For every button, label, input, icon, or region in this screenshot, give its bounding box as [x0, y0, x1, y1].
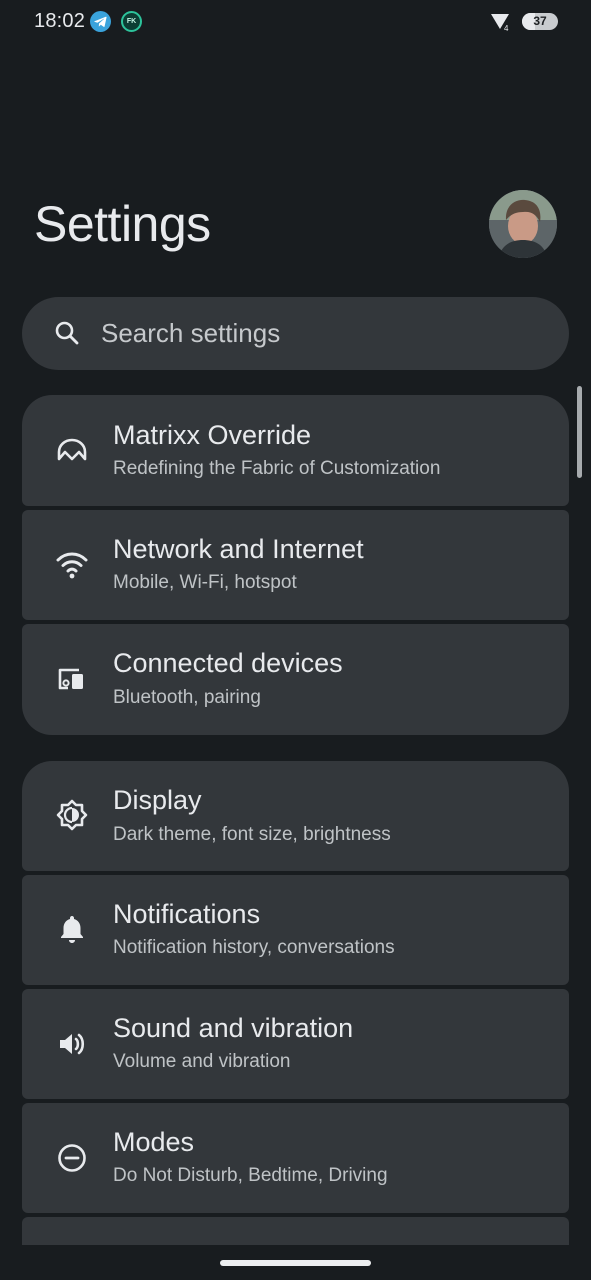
wifi-icon: [55, 548, 89, 582]
page-title: Settings: [34, 196, 211, 252]
item-subtitle: Notification history, conversations: [113, 937, 395, 958]
item-subtitle: Redefining the Fabric of Customization: [113, 458, 441, 479]
status-time: 18:02: [34, 10, 86, 32]
settings-item-sound[interactable]: Sound and vibration Volume and vibration: [22, 989, 569, 1099]
battery-level: 37: [533, 14, 547, 28]
settings-item-display[interactable]: Display Dark theme, font size, brightnes…: [22, 761, 569, 871]
item-title: Connected devices: [113, 648, 343, 678]
volume-icon: [55, 1027, 89, 1061]
item-title: Network and Internet: [113, 534, 364, 564]
settings-screen: 18:02 FK 4 37 Settings Search settings M…: [0, 0, 591, 1280]
settings-item-matrixx-override[interactable]: Matrixx Override Redefining the Fabric o…: [22, 395, 569, 506]
status-bar: 18:02 FK 4 37: [0, 0, 591, 44]
item-title: Display: [113, 785, 202, 815]
item-title: Modes: [113, 1127, 195, 1157]
item-subtitle: Dark theme, font size, brightness: [113, 824, 391, 845]
bell-icon: [55, 912, 89, 946]
item-title: Matrixx Override: [113, 420, 312, 450]
modes-icon: [55, 1141, 89, 1175]
matrixx-icon: [55, 433, 89, 467]
settings-item-notifications[interactable]: Notifications Notification history, conv…: [22, 875, 569, 985]
connected-devices-icon: [55, 662, 89, 696]
scrollbar[interactable]: [577, 386, 582, 478]
battery-icon: 37: [522, 13, 558, 30]
display-icon: [55, 798, 89, 832]
svg-text:4: 4: [504, 24, 509, 32]
search-icon: [54, 320, 80, 346]
gesture-handle[interactable]: [220, 1260, 371, 1266]
telegram-icon: [90, 11, 111, 32]
signal-icon: 4: [490, 12, 512, 33]
item-title: Notifications: [113, 899, 261, 929]
item-title: Sound and vibration: [113, 1013, 354, 1043]
item-subtitle: Do Not Disturb, Bedtime, Driving: [113, 1165, 388, 1186]
avatar[interactable]: [489, 190, 557, 258]
settings-item-connected-devices[interactable]: Connected devices Bluetooth, pairing: [22, 624, 569, 735]
fk-app-icon: FK: [121, 11, 142, 32]
item-subtitle: Volume and vibration: [113, 1051, 291, 1072]
settings-item-modes[interactable]: Modes Do Not Disturb, Bedtime, Driving: [22, 1103, 569, 1213]
item-subtitle: Mobile, Wi-Fi, hotspot: [113, 572, 297, 593]
settings-item-network[interactable]: Network and Internet Mobile, Wi-Fi, hots…: [22, 510, 569, 620]
item-subtitle: Bluetooth, pairing: [113, 687, 261, 708]
search-input[interactable]: [101, 316, 521, 350]
